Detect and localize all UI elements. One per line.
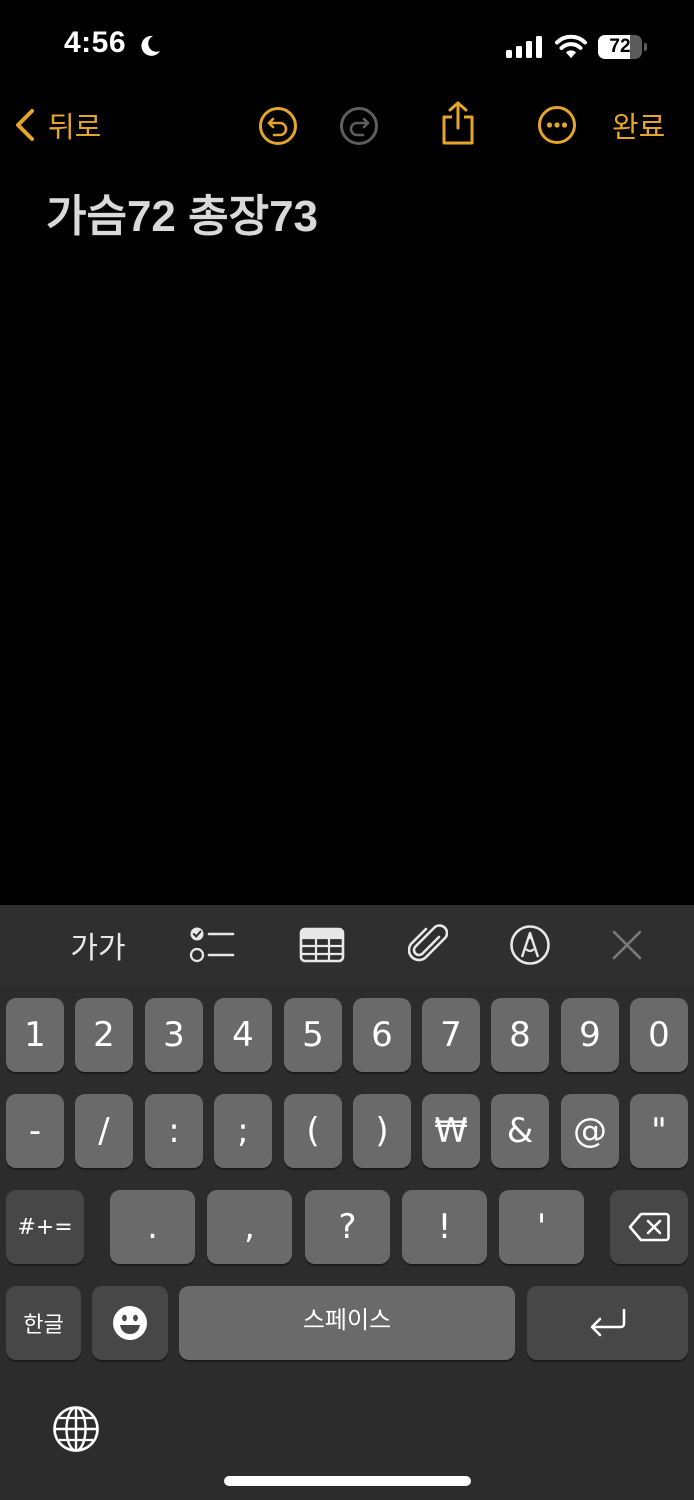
markup-icon bbox=[510, 925, 550, 965]
cellular-signal-icon bbox=[506, 36, 542, 58]
battery-percent: 72 bbox=[609, 36, 631, 57]
table-icon bbox=[299, 927, 345, 963]
key-ampersand[interactable]: & bbox=[491, 1094, 549, 1168]
back-label: 뒤로 bbox=[48, 110, 102, 144]
globe-icon[interactable] bbox=[52, 1405, 100, 1453]
key-more-symbols[interactable]: #+= bbox=[6, 1190, 84, 1264]
emoji-key[interactable] bbox=[92, 1286, 168, 1360]
wifi-icon bbox=[555, 34, 587, 58]
key-at[interactable]: @ bbox=[561, 1094, 619, 1168]
key-0[interactable]: 0 bbox=[630, 998, 688, 1072]
format-toolbar: 가가 bbox=[0, 905, 694, 985]
attachment-icon bbox=[408, 924, 448, 962]
more-icon[interactable] bbox=[537, 105, 577, 145]
key-colon[interactable]: : bbox=[145, 1094, 203, 1168]
key-2[interactable]: 2 bbox=[75, 998, 133, 1072]
backspace-key[interactable] bbox=[610, 1190, 688, 1264]
emoji-icon bbox=[113, 1306, 147, 1340]
key-open-paren[interactable]: ( bbox=[284, 1094, 342, 1168]
key-quote[interactable]: " bbox=[630, 1094, 688, 1168]
markup-button[interactable] bbox=[507, 905, 553, 985]
key-close-paren[interactable]: ) bbox=[353, 1094, 411, 1168]
close-toolbar-button[interactable] bbox=[606, 905, 648, 985]
text-format-button[interactable]: 가가 bbox=[62, 905, 134, 985]
key-question[interactable]: ? bbox=[305, 1190, 390, 1264]
key-semicolon[interactable]: ; bbox=[214, 1094, 272, 1168]
key-won[interactable]: ₩ bbox=[422, 1094, 480, 1168]
status-time: 4:56 bbox=[64, 26, 127, 59]
backspace-icon bbox=[628, 1212, 670, 1242]
key-7[interactable]: 7 bbox=[422, 998, 480, 1072]
done-button[interactable]: 완료 bbox=[612, 104, 665, 146]
checklist-button[interactable] bbox=[186, 905, 238, 985]
note-title[interactable]: 가슴72 총장73 bbox=[46, 180, 318, 244]
key-apostrophe[interactable]: ' bbox=[499, 1190, 584, 1264]
key-8[interactable]: 8 bbox=[491, 998, 549, 1072]
battery-indicator: 72 bbox=[598, 35, 648, 59]
key-period[interactable]: . bbox=[110, 1190, 195, 1264]
attachment-button[interactable] bbox=[404, 905, 452, 985]
key-exclamation[interactable]: ! bbox=[402, 1190, 487, 1264]
key-6[interactable]: 6 bbox=[353, 998, 411, 1072]
moon-icon bbox=[141, 35, 160, 56]
close-icon bbox=[612, 930, 642, 960]
notes-screen: 4:56 72 뒤로 완료 가슴72 총장73 가가 1 2 3 4 5 6 7… bbox=[0, 0, 694, 1500]
redo-icon[interactable] bbox=[339, 106, 379, 146]
key-comma[interactable]: , bbox=[207, 1190, 292, 1264]
undo-icon[interactable] bbox=[258, 106, 298, 146]
key-5[interactable]: 5 bbox=[284, 998, 342, 1072]
key-slash[interactable]: / bbox=[75, 1094, 133, 1168]
keyboard: 1 2 3 4 5 6 7 8 9 0 - / : ; ( ) ₩ & @ " … bbox=[0, 985, 694, 1500]
chevron-left-icon bbox=[16, 109, 34, 141]
space-key[interactable]: 스페이스 bbox=[179, 1286, 515, 1360]
language-key[interactable]: 한글 bbox=[6, 1286, 81, 1360]
key-3[interactable]: 3 bbox=[145, 998, 203, 1072]
home-indicator bbox=[224, 1476, 471, 1486]
return-icon bbox=[590, 1308, 625, 1337]
key-4[interactable]: 4 bbox=[214, 998, 272, 1072]
key-9[interactable]: 9 bbox=[561, 998, 619, 1072]
key-1[interactable]: 1 bbox=[6, 998, 64, 1072]
key-hyphen[interactable]: - bbox=[6, 1094, 64, 1168]
back-button[interactable]: 뒤로 bbox=[14, 104, 101, 146]
table-button[interactable] bbox=[296, 905, 348, 985]
checklist-icon bbox=[189, 927, 235, 963]
share-icon[interactable] bbox=[440, 100, 476, 146]
return-key[interactable] bbox=[527, 1286, 688, 1360]
